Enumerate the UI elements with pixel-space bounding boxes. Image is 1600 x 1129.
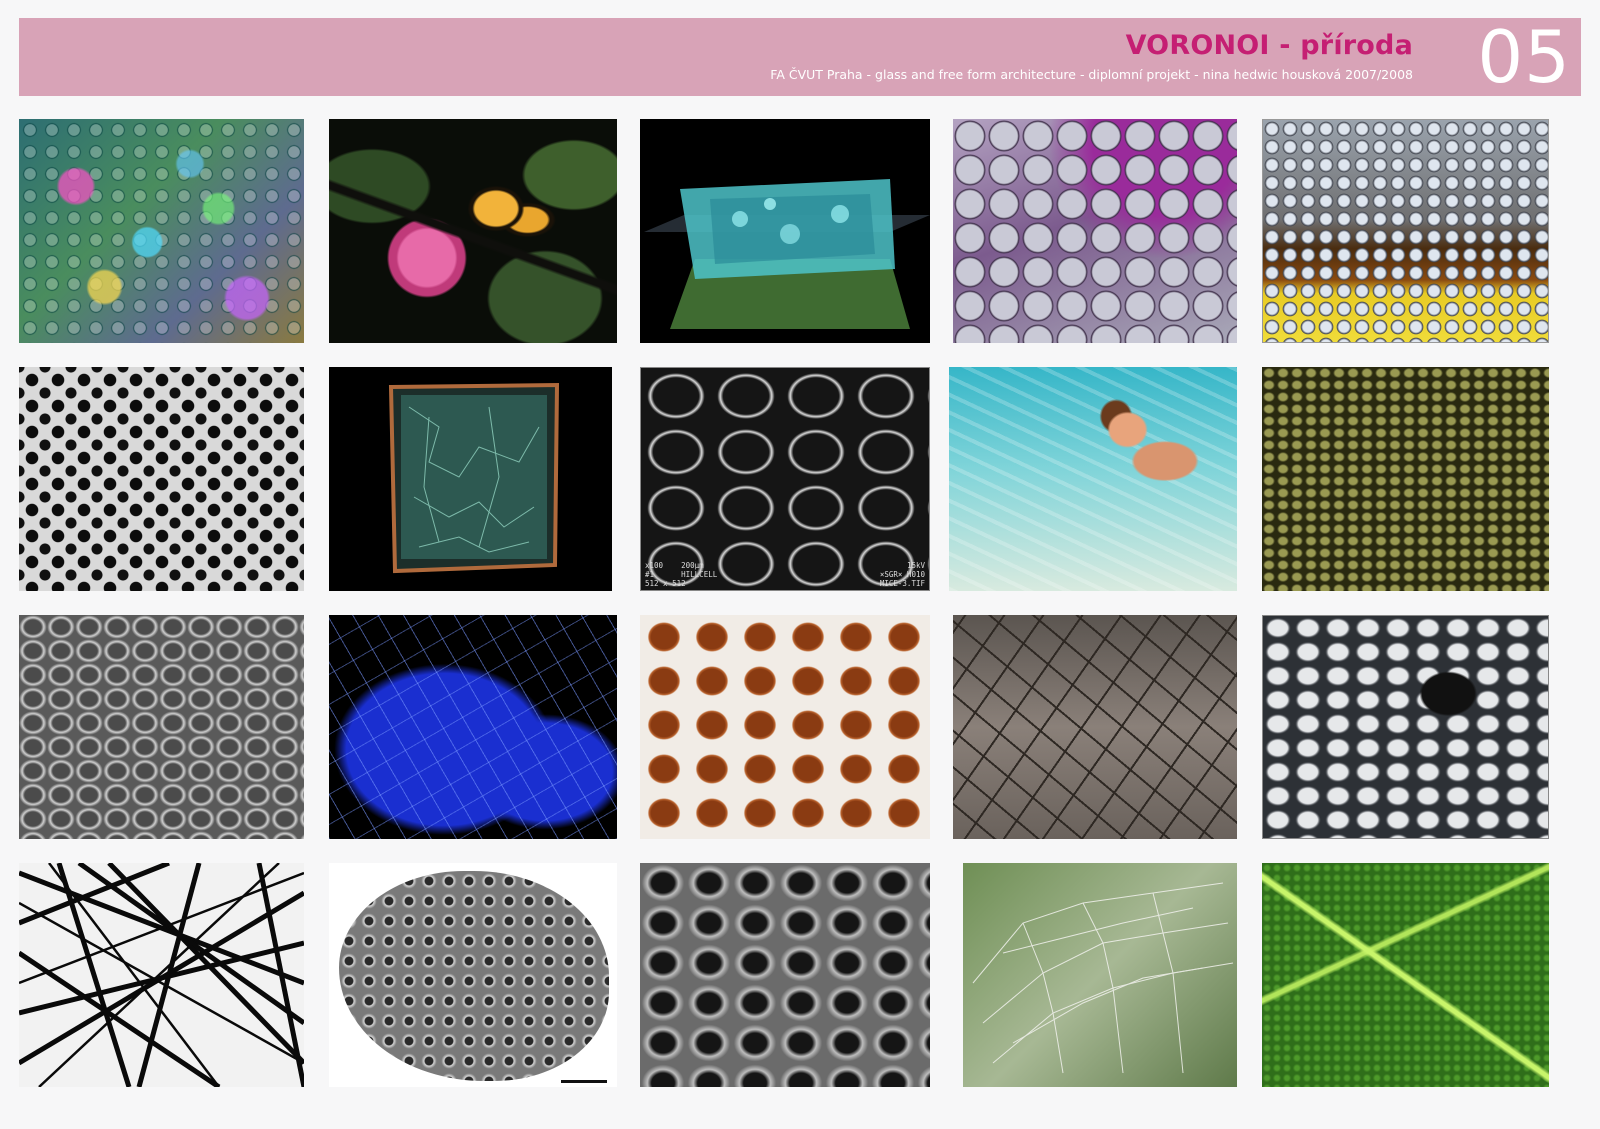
photo-cracked-earth bbox=[953, 615, 1237, 839]
photo-iridescent-bubbles bbox=[19, 119, 304, 343]
header-banner: VORONOI - příroda FA ČVUT Praha - glass … bbox=[19, 15, 1581, 99]
sem-caption-right: 15kV ×SGR× H010 MICE-3.TIF bbox=[879, 561, 925, 588]
photo-bone-microstructure bbox=[19, 367, 304, 591]
page-title: VORONOI - příroda bbox=[1125, 30, 1413, 61]
photo-sem-cells: x100 200µm #1 HILLCELL 512 x 512 15kV ×S… bbox=[640, 367, 930, 591]
photo-purple-foam bbox=[953, 119, 1237, 343]
photo-gray-foam-cells bbox=[19, 615, 304, 839]
page-subtitle: FA ČVUT Praha - glass and free form arch… bbox=[770, 67, 1413, 82]
sem-caption-left: x100 200µm #1 HILLCELL 512 x 512 bbox=[645, 561, 718, 588]
photo-swimmer-underwater bbox=[949, 367, 1237, 591]
photo-voronoi-cube-model bbox=[329, 367, 612, 591]
photo-3d-bone-scan bbox=[640, 119, 930, 343]
photo-ice-floes bbox=[1262, 615, 1549, 839]
page-number: 05 bbox=[1477, 15, 1571, 99]
photo-beer-bubbles bbox=[1262, 119, 1549, 343]
photo-voronoi-map-blue bbox=[329, 615, 617, 839]
photo-green-leaf-veins bbox=[1262, 863, 1549, 1087]
photo-coral-sem bbox=[329, 863, 617, 1087]
photo-butterfly-flower bbox=[329, 119, 617, 343]
photo-giraffe-pattern bbox=[640, 615, 930, 839]
photo-bone-network bbox=[640, 863, 930, 1087]
photo-reptile-scales bbox=[1262, 367, 1549, 591]
photo-spider-web bbox=[963, 863, 1237, 1087]
photo-black-lattice bbox=[19, 863, 304, 1087]
scale-bar bbox=[561, 1080, 607, 1083]
